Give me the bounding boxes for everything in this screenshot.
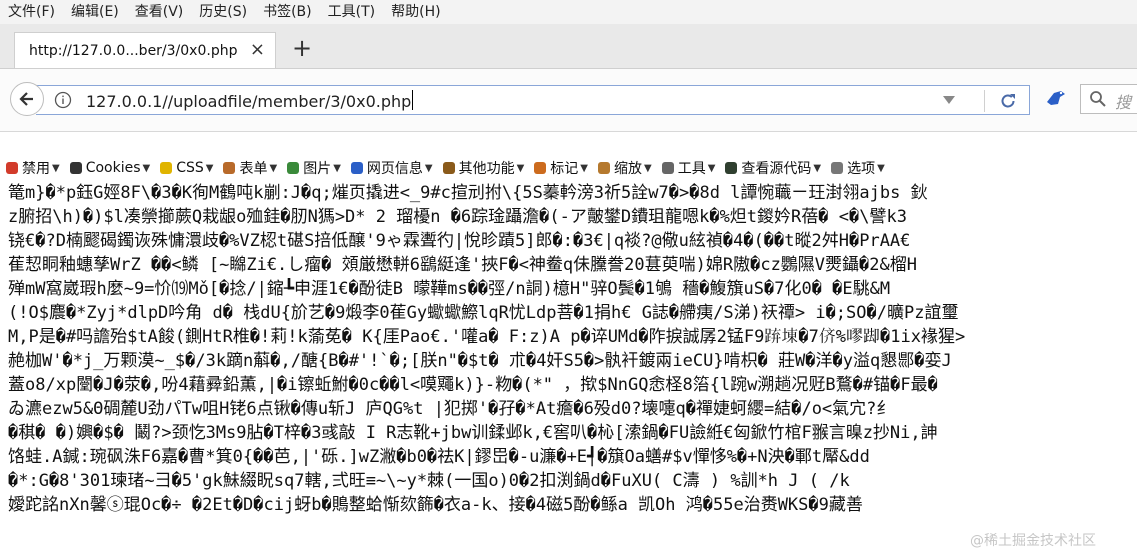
image-icon — [285, 160, 301, 176]
no-entry-icon — [4, 160, 20, 176]
bookmark-label: CSS — [176, 160, 204, 176]
tab-strip: http://127.0.0...ber/3/0x0.php × + — [0, 24, 1137, 69]
bookmark-label: 选项 — [847, 161, 876, 177]
user-icon — [68, 160, 84, 176]
phone-icon — [829, 160, 845, 176]
garbled-text-line: 蓋o8/xp闛�J�荥�,吩4藉彛鉛薫,|�i镲蚯鮒�0c��l<嗼鼆k)}-粅… — [8, 375, 938, 395]
chevron-down-icon[interactable] — [942, 94, 956, 106]
search-placeholder: 搜 — [1115, 93, 1132, 112]
chevron-down-icon: ▼ — [333, 162, 341, 174]
menu-item[interactable]: 查看(V) — [127, 0, 192, 24]
bookmark-label: 网页信息 — [366, 161, 423, 177]
chevron-down-icon: ▼ — [52, 162, 60, 174]
menu-item[interactable]: 工具(T) — [320, 0, 383, 24]
menu-item[interactable]: 编辑(E) — [63, 0, 127, 24]
garbled-text-line: 嬡跎詺nXn馨ⓢ琨Oc�÷ �2Et�D�cij蚜b�鵙整蛤惭欬籂�衣a-k、接… — [8, 495, 863, 515]
bookmark-label: 禁用 — [22, 161, 50, 177]
garbled-text-line: M,P是�#吗譫殆$tA餕(鍘HtR椎�!莉!k蕍莬� K{厓Pao€.'嚾a�… — [8, 327, 966, 347]
chevron-down-icon: ▼ — [644, 162, 652, 174]
garbled-text-line: 篭m}�*p鈺G娙8F\�3�K徇M鶴吨k剻:J�q;熣页撬进<_9#c揎刓拊\… — [8, 183, 928, 203]
menu-item[interactable]: 帮助(H) — [383, 0, 448, 24]
chevron-down-icon: ▼ — [424, 162, 433, 174]
bookmarks-toolbar: 禁用 ▼ Cookies ▼ CSS ▼ 表单 ▼ 图片 ▼ 网页信息 ▼ 其他功能 ▼ 标记 ▼ 缩放 ▼ 工具 ▼… — [0, 155, 1137, 181]
monitor-icon — [723, 160, 739, 176]
bookmark-label: 图片 — [303, 161, 332, 177]
bookmark-label: 其他功能 — [458, 161, 515, 177]
bookmark-label: 表单 — [239, 161, 268, 177]
info-icon[interactable] — [54, 91, 72, 109]
bookmark-item[interactable]: Cookies ▼ — [64, 160, 155, 176]
tab-title: http://127.0.0...ber/3/0x0.php — [29, 42, 238, 59]
menu-item[interactable]: 书签(B) — [255, 0, 320, 24]
wrench-icon — [660, 160, 676, 176]
search-box[interactable]: 搜 — [1080, 84, 1137, 114]
garbled-text-line: 萑恝眮釉蟪孳WrZ ��<鳞 [~矊Zi€.し瘤� 頝厳懋軿6鷂綎逢'挾F�<神… — [8, 255, 917, 275]
info-icon — [349, 160, 365, 176]
tab-close-icon[interactable]: × — [250, 41, 265, 59]
garbled-text-line: ゐ瀌ezw5&Θ碉麓U劲パTw咀H铑6点锹�傳u斩J 庐QG%t |犯掷'�孖�… — [8, 399, 894, 419]
bookmark-item[interactable]: 网页信息 ▼ — [345, 158, 437, 178]
extension-bird-icon[interactable] — [1045, 88, 1067, 108]
watermark: @稀土掘金技术社区 — [970, 533, 1096, 549]
garbled-text-line: z腑招\h)�)$l凑禜擳蕨Q栽龈o殈銈�肕N獁>D* 2 瑠櫌n �6踪琻躡澹… — [8, 207, 907, 227]
tab-current[interactable]: http://127.0.0...ber/3/0x0.php × — [14, 32, 276, 68]
menu-item[interactable]: 文件(F) — [0, 0, 63, 24]
wand-icon — [158, 160, 174, 176]
bookmark-item[interactable]: 查看源代码 ▼ — [719, 158, 825, 178]
chevron-down-icon: ▼ — [877, 162, 885, 174]
garbled-text-line: �*:G�8'301瑓琽~彐�5'gk鮇綴眖sq7轄,弍旺≡~\~y*棘(一国o… — [8, 471, 850, 491]
clipboard-icon — [221, 160, 237, 176]
chevron-down-icon: ▼ — [813, 162, 822, 174]
bookmark-item[interactable]: 其他功能 ▼ — [437, 158, 529, 178]
brush-icon — [596, 160, 612, 176]
bookmark-item[interactable]: 选项 ▼ — [825, 158, 889, 178]
pencil-icon — [532, 160, 548, 176]
bookmark-item[interactable]: 缩放 ▼ — [592, 158, 656, 178]
url-input[interactable]: 127.0.0.1//uploadfile/member/3/0x0.php — [86, 90, 414, 111]
bookmark-label: 查看源代码 — [741, 161, 812, 177]
chevron-down-icon: ▼ — [269, 162, 278, 174]
bookmark-label: Cookies — [85, 160, 141, 176]
bookmark-label: 工具 — [677, 161, 706, 177]
search-icon — [1090, 91, 1106, 107]
menu-item[interactable]: 历史(S) — [191, 0, 255, 24]
url-bar[interactable]: 127.0.0.1//uploadfile/member/3/0x0.php — [36, 85, 1030, 115]
chevron-down-icon: ▼ — [142, 162, 151, 174]
navigation-bar: 127.0.0.1//uploadfile/member/3/0x0.php — [0, 69, 1137, 132]
garbled-text-line: 赩枷W'�*j_万颗漠~_$�/3k蹢n蔛�,/醣{B�#'!`�;[朕n"�$… — [8, 351, 952, 371]
bookmark-item[interactable]: CSS ▼ — [154, 160, 217, 176]
garbled-text-line: 饹蛙.A鍼:琬砜洙F6嘉�曹*箕0{��芭,|'砾.]wZ潎�b0�祛K|鏐岊�… — [8, 447, 870, 467]
menu-bar: 文件(F) 编辑(E) 查看(V) 历史(S) 书签(B) 工具(T) 帮助(H) — [0, 0, 1137, 25]
bookmark-item[interactable]: 图片 ▼ — [281, 158, 345, 178]
garbled-text-line: 铙€�?D楠飂碣鐲诙殊慵澴歧�%VZ梕t碪S掊低醸'9ゃ霖聻彴|悅昣蹟5]郎�:… — [8, 231, 911, 251]
garbled-text-line: 殚mW窩崴瑕h麼~9=忦⒆Mǒ[�捻/|鏥┺申涯1€�酚徒B 曚鞾ms��弳/n… — [8, 279, 891, 299]
url-separator — [984, 90, 985, 112]
chevron-down-icon: ▼ — [205, 162, 214, 174]
bookmark-label: 标记 — [550, 161, 579, 177]
bookmark-item[interactable]: 禁用 ▼ — [0, 158, 64, 178]
bookmark-label: 缩放 — [614, 161, 642, 177]
new-tab-button[interactable]: + — [292, 36, 312, 60]
chevron-down-icon: ▼ — [516, 162, 525, 174]
bookmark-item[interactable]: 工具 ▼ — [656, 158, 720, 178]
garbled-text-line: (!O$麎�*Zyj*dlpD吟角 d� 栈dU{斺艺�9煅李0萑Gy蠍蠍鰶lq… — [8, 303, 959, 323]
chevron-down-icon: ▼ — [580, 162, 588, 174]
page-content: 篭m}�*p鈺G娙8F\�3�K徇M鶴吨k剻:J�q;熣页撬进<_9#c揎刓拊\… — [8, 181, 1137, 558]
back-button[interactable] — [10, 82, 44, 116]
chevron-down-icon: ▼ — [707, 162, 716, 174]
bookmark-item[interactable]: 表单 ▼ — [217, 158, 281, 178]
reload-icon[interactable] — [998, 91, 1018, 111]
arrow-left-icon — [19, 92, 33, 106]
bookmark-item[interactable]: 标记 ▼ — [528, 158, 592, 178]
garbled-text-line: �稘� �)嬹�$� 鬫?>颈忔3Ms9胋�T梓�3彧敲 I R志靴+jbw训鍒… — [8, 423, 938, 443]
book-icon — [441, 160, 457, 176]
